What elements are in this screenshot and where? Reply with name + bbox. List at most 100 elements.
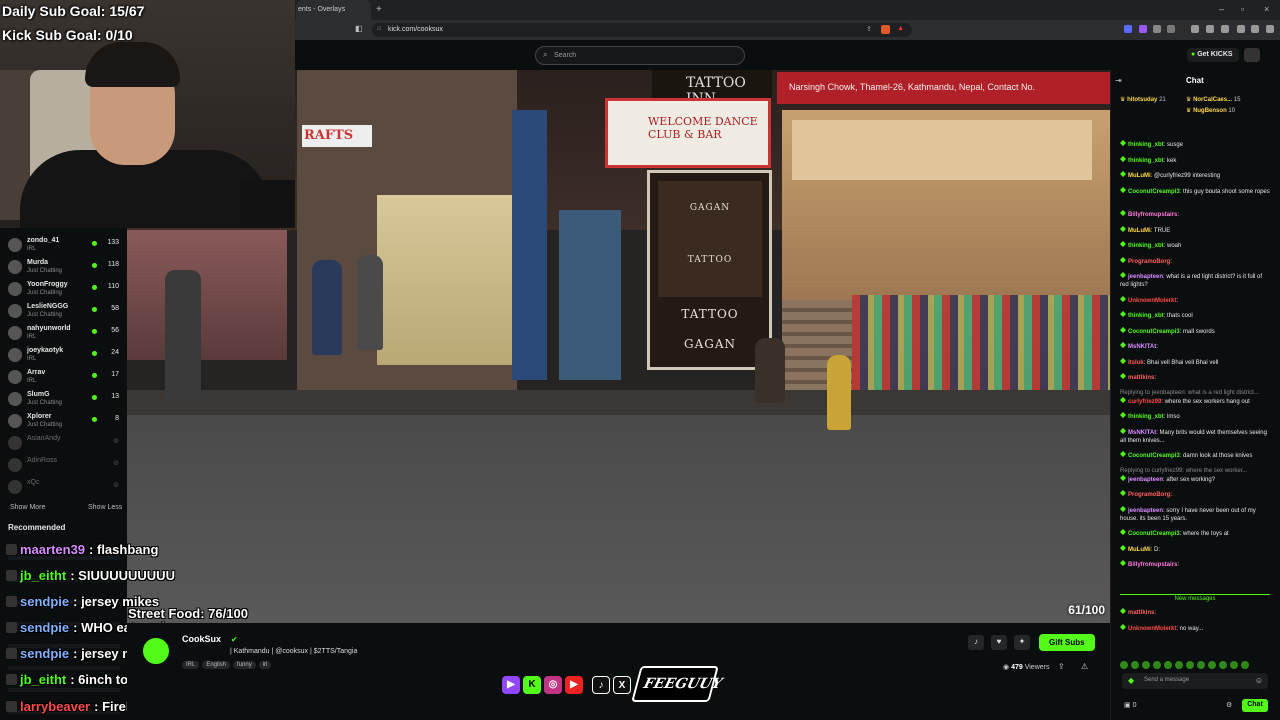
chat-message[interactable]: MsNKITAt: Many brits would wet themselve… (1120, 427, 1272, 445)
sidebar-channel[interactable]: AdinRoss ⊘ (0, 454, 127, 476)
sidebar-channel[interactable]: Arrav IRL 17 (0, 366, 127, 388)
sidebar-channel[interactable]: SlumG Just Chatting 13 (0, 388, 127, 410)
top-gifter[interactable]: ♛ NugBenson 10 (1186, 107, 1235, 114)
emote-icon[interactable] (1131, 661, 1139, 669)
emote-icon[interactable] (1186, 661, 1194, 669)
gift-subs-button[interactable]: Gift Subs (1039, 634, 1095, 651)
chat-message[interactable]: MuLuMi: TRUE (1120, 225, 1272, 235)
chat-input[interactable]: ◆ Send a message ☺ (1122, 673, 1268, 689)
chat-message[interactable]: jeenbapteen: what is a red light distric… (1120, 272, 1272, 289)
emote-icon[interactable] (1208, 661, 1216, 669)
chat-username[interactable]: jeenbapteen (1128, 508, 1163, 514)
chat-message[interactable]: ProgramoBorg: (1120, 256, 1272, 266)
brave-shield-icon[interactable] (881, 25, 890, 34)
chat-username[interactable]: jeenbapteen (1128, 477, 1163, 483)
sidebar-channel[interactable]: AsianAndy ⊘ (0, 432, 127, 454)
chat-username[interactable]: curlyfriez99 (1128, 399, 1161, 405)
chat-username[interactable]: thinking_xbt (1128, 313, 1164, 319)
chat-username[interactable]: CoconutCreampi3 (1128, 453, 1180, 459)
chat-username[interactable]: jeenbapteen (1128, 274, 1163, 280)
chat-message[interactable]: MuLuMi: D: (1120, 544, 1272, 554)
chat-message[interactable]: thinking_xbt: kek (1120, 155, 1272, 165)
notification-bell-icon[interactable]: ♪ (968, 635, 984, 650)
emote-icon[interactable] (1164, 661, 1172, 669)
wallet-icon[interactable] (1221, 25, 1229, 33)
chat-message[interactable]: thinking_xbt: thats cool (1120, 311, 1272, 320)
extension-icon[interactable] (1167, 25, 1175, 33)
menu-icon[interactable] (1266, 25, 1274, 33)
chat-username[interactable]: mattlkins (1128, 610, 1154, 616)
kicks-gift-icon[interactable]: ✦ (1014, 635, 1030, 650)
extension-icon[interactable] (1139, 25, 1147, 33)
chat-username[interactable]: UnknownMolerkt (1128, 626, 1176, 632)
chat-message[interactable]: Billyfromupstairs: (1120, 560, 1272, 569)
chat-message[interactable]: mattlkins: (1120, 373, 1272, 382)
profile-icon[interactable] (1251, 25, 1259, 33)
chat-username[interactable]: thinking_xbt (1128, 142, 1164, 148)
chat-message[interactable]: UnknownMolerkt: (1120, 295, 1272, 305)
sidebar-icon[interactable] (1206, 25, 1214, 33)
sidebar-channel[interactable]: nahyunworld IRL 56 (0, 322, 127, 344)
site-info-icon[interactable]: ⌂ (377, 25, 381, 32)
chat-message[interactable]: mattlkins: (1120, 608, 1272, 617)
sidebar-channel[interactable]: joeykaotyk IRL 24 (0, 344, 127, 366)
chat-message[interactable]: CoconutCreampi3: damn look at those kniv… (1120, 451, 1272, 460)
vpn-icon[interactable] (1237, 25, 1245, 33)
chat-username[interactable]: MuLuMi (1128, 173, 1151, 179)
chat-username[interactable]: mattlkins (1128, 375, 1154, 381)
chat-username[interactable]: CoconutCreampi3 (1128, 189, 1180, 195)
maximize-icon[interactable]: ▫ (1241, 4, 1244, 14)
chat-message[interactable]: thinking_xbt: susge (1120, 140, 1272, 149)
sidebar-channel[interactable]: Xplorer Just Chatting 8 (0, 410, 127, 432)
channel-avatar[interactable] (141, 636, 171, 666)
stream-tag[interactable]: IRL (182, 661, 200, 669)
chat-message[interactable]: thinking_xbt: lmso (1120, 412, 1272, 421)
bookmark-icon[interactable]: ◧ (355, 24, 363, 33)
chat-message[interactable]: itsluk: Bhai vell Bhai vell Bhai vell (1120, 357, 1272, 367)
stream-tag[interactable]: funny (233, 661, 256, 669)
get-kicks-button[interactable]: ● Get KICKS (1187, 48, 1239, 62)
chat-message[interactable]: MsNKITAt: (1120, 342, 1272, 351)
rewards-icon[interactable]: ▲ (897, 25, 904, 32)
chat-message[interactable]: ProgramoBorg: (1120, 490, 1272, 499)
sidebar-channel[interactable]: YoonFroggy Just Chatting 110 (0, 278, 127, 300)
emote-icon[interactable] (1142, 661, 1150, 669)
sidebar-channel[interactable]: Murda Just Chatting 118 (0, 256, 127, 278)
emote-icon[interactable] (1230, 661, 1238, 669)
url-field[interactable]: ⌂ kick.com/cooksux ⇪ ▲ (372, 23, 912, 37)
share-icon[interactable]: ⇪ (1058, 662, 1065, 671)
sidebar-channel[interactable]: LeslieNGGG Just Chatting 58 (0, 300, 127, 322)
top-gifter[interactable]: ♛ hitotsuday 21 (1120, 96, 1166, 103)
chat-username[interactable]: CoconutCreampi3 (1128, 329, 1180, 335)
chat-message[interactable]: CoconutCreampi3: where the toys at (1120, 529, 1272, 538)
chat-username[interactable]: UnknownMolerkt (1128, 298, 1176, 304)
share-icon[interactable]: ⇪ (866, 25, 872, 33)
stream-tag[interactable]: irl (258, 661, 272, 669)
chat-username[interactable]: MsNKITAt (1128, 344, 1156, 350)
chat-username[interactable]: thinking_xbt (1128, 158, 1164, 164)
chat-message[interactable]: CoconutCreampi3: this guy bouta shoot so… (1120, 186, 1272, 196)
chat-username[interactable]: CoconutCreampi3 (1128, 531, 1180, 537)
chat-username[interactable]: Billyfromupstairs (1128, 562, 1177, 568)
top-gifter[interactable]: ♛ NorCalCaes... 15 (1186, 96, 1240, 103)
minimize-icon[interactable]: – (1219, 4, 1224, 14)
channel-name[interactable]: CookSux (182, 634, 221, 644)
chat-username[interactable]: MuLuMi (1128, 228, 1151, 234)
chat-message[interactable]: MuLuMi: @curlyfriez99 interesting (1120, 171, 1272, 180)
emote-icon[interactable] (1120, 661, 1128, 669)
chat-message[interactable]: jeenbapteen: sorry I have never been out… (1120, 505, 1272, 523)
new-messages-divider[interactable]: New messages (1120, 594, 1270, 602)
follow-heart-icon[interactable]: ♥ (991, 635, 1007, 650)
chat-message[interactable]: CoconutCreampi3: mall swords (1120, 326, 1272, 336)
chat-settings-icon[interactable]: ⚙ (1226, 701, 1232, 709)
browser-tab[interactable]: ents - Overlays (296, 0, 371, 20)
media-icon[interactable] (1191, 25, 1199, 33)
chat-username[interactable]: ProgramoBorg (1128, 259, 1170, 265)
search-input[interactable]: ⌕ Search (535, 46, 745, 65)
chat-username[interactable]: ProgramoBorg (1128, 492, 1170, 498)
chat-message[interactable]: UnknownMolerkt: no way... (1120, 623, 1272, 633)
emoji-picker-icon[interactable]: ☺ (1255, 676, 1263, 685)
new-tab-icon[interactable]: + (376, 4, 382, 15)
collapse-chat-icon[interactable]: ⇥ (1115, 76, 1122, 85)
chat-username[interactable]: MsNKITAt (1128, 430, 1156, 436)
